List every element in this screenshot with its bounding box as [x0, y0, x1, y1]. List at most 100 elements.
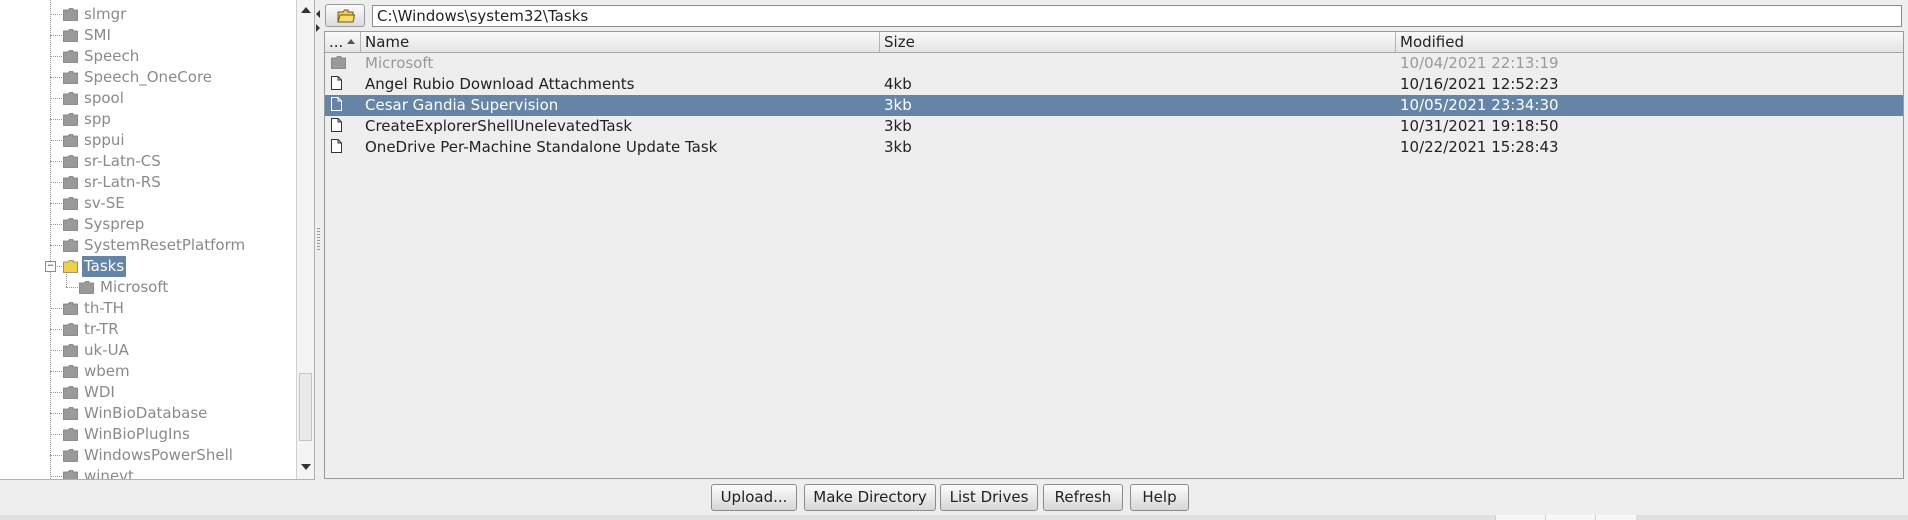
tree-connector: [50, 434, 62, 435]
document-icon: [331, 97, 342, 111]
folder-icon: [63, 113, 78, 126]
scroll-up-arrow-icon[interactable]: [301, 7, 311, 13]
tree-item[interactable]: sppui: [63, 130, 127, 151]
path-input[interactable]: C:\Windows\system32\Tasks: [372, 5, 1902, 27]
tree-item[interactable]: Sysprep: [63, 214, 146, 235]
tree-item[interactable]: sv-SE: [63, 193, 127, 214]
document-icon: [331, 139, 342, 153]
directory-tree-panel: slmgr SMI Speech Speech_OneCore spool spp sppu…: [0, 0, 315, 480]
row-icon-cell: [325, 74, 363, 95]
cell-name: Angel Rubio Download Attachments: [365, 75, 635, 93]
tree-connector: [50, 98, 62, 99]
tree-connector: [50, 455, 62, 456]
folder-icon: [63, 218, 78, 231]
cell-name: Microsoft: [365, 54, 434, 72]
tree-item[interactable]: WindowsPowerShell: [63, 445, 235, 466]
tree-item[interactable]: WinBioPlugIns: [63, 424, 192, 445]
tree-connector: [50, 203, 62, 204]
folder-icon: [63, 323, 78, 336]
cell-size: 3kb: [884, 138, 912, 156]
tree-item[interactable]: uk-UA: [63, 340, 131, 361]
row-icon-cell: [325, 137, 363, 158]
directory-tree: slmgr SMI Speech Speech_OneCore spool spp sppu…: [0, 0, 296, 479]
status-segment: [1545, 515, 1596, 520]
tree-item-label: sr-Latn-RS: [84, 173, 161, 191]
tree-item-label: WinBioDatabase: [84, 404, 208, 422]
tree-connector: [50, 371, 62, 372]
file-table: ... Name Size Modified Microsoft 10/04/20…: [324, 31, 1904, 479]
folder-icon: [63, 365, 78, 378]
tree-item[interactable]: wbem: [63, 361, 132, 382]
table-row[interactable]: CreateExplorerShellUnelevatedTask 3kb 10/3…: [325, 116, 1903, 137]
table-row[interactable]: OneDrive Per-Machine Standalone Update T…: [325, 137, 1903, 158]
action-button-bar: Upload... Make Directory List Drives Ref…: [0, 482, 1908, 514]
column-header-icon[interactable]: ...: [325, 32, 361, 52]
tree-item-label: spool: [84, 89, 124, 107]
tree-item[interactable]: sr-Latn-CS: [63, 151, 163, 172]
tree-item[interactable]: slmgr: [63, 4, 128, 25]
tree-item[interactable]: tr-TR: [63, 319, 121, 340]
tree-item-label: SMI: [84, 26, 111, 44]
tree-item[interactable]: WinBioDatabase: [63, 403, 209, 424]
folder-icon: [63, 344, 78, 357]
table-row[interactable]: Cesar Gandia Supervision 3kb 10/05/2021 23…: [325, 95, 1903, 116]
refresh-button[interactable]: Refresh: [1043, 484, 1123, 511]
help-button[interactable]: Help: [1130, 484, 1189, 511]
tree-item[interactable]: SystemResetPlatform: [63, 235, 247, 256]
panel-splitter[interactable]: [315, 0, 323, 479]
tree-item[interactable]: spp: [63, 109, 113, 130]
collapse-left-arrow-icon[interactable]: [316, 10, 320, 18]
tree-item-label: wbem: [84, 362, 130, 380]
upload-button[interactable]: Upload...: [711, 484, 797, 511]
tree-item-label: Microsoft: [100, 278, 169, 296]
tree-item[interactable]: WDI: [63, 382, 117, 403]
sort-ascending-icon: [347, 39, 355, 44]
folder-icon: [63, 29, 78, 42]
folder-icon: [79, 281, 94, 294]
document-icon: [331, 76, 342, 90]
table-row[interactable]: Microsoft 10/04/2021 22:13:19: [325, 53, 1903, 74]
folder-icon: [63, 302, 78, 315]
tree-item[interactable]: SMI: [63, 25, 113, 46]
tree-item-label: spp: [84, 110, 111, 128]
list-drives-button[interactable]: List Drives: [940, 484, 1038, 511]
splitter-grip-icon: [317, 228, 320, 250]
browse-folder-button[interactable]: [325, 4, 365, 27]
tree-item[interactable]: Tasks: [63, 256, 127, 277]
make-directory-button[interactable]: Make Directory: [804, 484, 936, 511]
tree-connector: [50, 14, 62, 15]
tree-guide-line: [50, 0, 51, 479]
expand-right-arrow-icon[interactable]: [316, 24, 320, 32]
cell-name: Cesar Gandia Supervision: [365, 96, 559, 114]
column-header-modified[interactable]: Modified: [1396, 32, 1903, 52]
tree-item[interactable]: Speech: [63, 46, 141, 67]
column-header-name[interactable]: Name: [361, 32, 880, 52]
column-header-size[interactable]: Size: [880, 32, 1396, 52]
tree-scrollbar[interactable]: [296, 0, 314, 479]
row-icon-cell: [325, 116, 363, 137]
tree-item-label: Tasks: [82, 256, 127, 277]
tree-item-label: sppui: [84, 131, 125, 149]
tree-item[interactable]: spool: [63, 88, 126, 109]
tree-connector: [50, 182, 62, 183]
folder-icon: [63, 428, 78, 441]
status-segment: [1495, 515, 1546, 520]
tree-item[interactable]: th-TH: [63, 298, 126, 319]
tree-item[interactable]: Microsoft: [79, 277, 170, 298]
collapse-toggle-icon[interactable]: −: [45, 261, 56, 272]
tree-item-label: uk-UA: [84, 341, 129, 359]
tree-connector: [50, 392, 62, 393]
tree-connector: [50, 77, 62, 78]
table-row[interactable]: Angel Rubio Download Attachments 4kb 10/16…: [325, 74, 1903, 95]
folder-icon: [63, 386, 78, 399]
tree-connector: [50, 140, 62, 141]
folder-icon: [331, 55, 346, 69]
tree-item[interactable]: Speech_OneCore: [63, 67, 214, 88]
scroll-thumb[interactable]: [299, 373, 312, 441]
tree-connector: [50, 119, 62, 120]
scroll-down-arrow-icon[interactable]: [301, 464, 311, 470]
tree-connector: [66, 287, 78, 288]
tree-item[interactable]: winevt: [63, 466, 136, 479]
tree-item[interactable]: sr-Latn-RS: [63, 172, 163, 193]
tree-item-label: th-TH: [84, 299, 124, 317]
